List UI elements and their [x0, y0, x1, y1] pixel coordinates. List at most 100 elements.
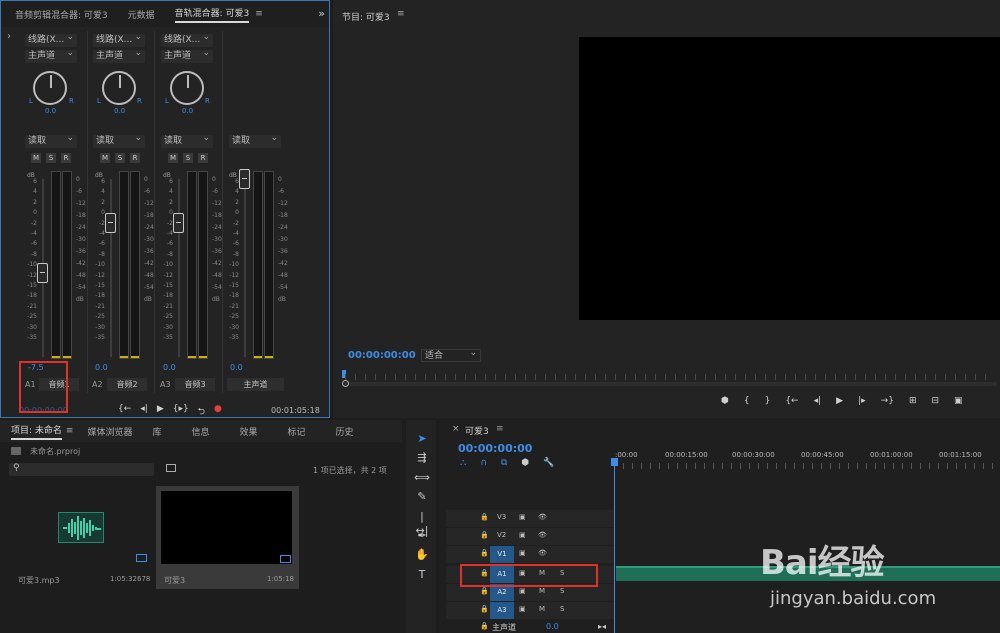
ch2-output-select[interactable]: 线路(X...: [93, 31, 145, 47]
razor-tool-icon[interactable]: ✎: [414, 490, 430, 504]
track-target[interactable]: V1: [490, 546, 514, 563]
new-bin-icon[interactable]: [166, 464, 176, 472]
ch3-record-button[interactable]: R: [198, 153, 208, 163]
timeline-timecode[interactable]: 00:00:00:00: [458, 442, 532, 455]
program-menu-icon[interactable]: ≡: [397, 9, 405, 19]
ch2-send-select[interactable]: 主声道: [93, 47, 145, 63]
mic-icon[interactable]: ▣: [519, 605, 526, 613]
hand-tool-icon[interactable]: ✋: [414, 548, 430, 562]
master-name[interactable]: 主声道: [227, 378, 284, 391]
solo-button[interactable]: S: [560, 587, 564, 595]
mic-icon[interactable]: ▣: [519, 587, 526, 595]
lock-icon[interactable]: 🔒: [480, 605, 489, 613]
tab-media-browser[interactable]: 媒体浏览器: [87, 425, 132, 438]
ch1-output-select[interactable]: 线路(X...: [25, 31, 77, 47]
solo-button[interactable]: S: [560, 605, 564, 613]
eye-icon[interactable]: 👁: [538, 513, 547, 521]
ch2-solo-button[interactable]: S: [115, 153, 125, 163]
ch3-solo-button[interactable]: S: [183, 153, 193, 163]
timeline-close-icon[interactable]: ×: [452, 424, 460, 434]
panel-menu-icon[interactable]: ≡: [255, 9, 263, 19]
play-icon[interactable]: ▶: [836, 396, 843, 406]
extract-icon[interactable]: ⊟: [931, 396, 939, 406]
mute-button[interactable]: M: [539, 587, 545, 595]
go-to-in-icon[interactable]: {←: [118, 404, 131, 420]
track-header-V3[interactable]: 🔒 V3 ▣ 👁: [446, 510, 614, 527]
step-back-icon[interactable]: ◂|: [140, 404, 148, 420]
eye-icon[interactable]: 👁: [538, 549, 547, 557]
playhead-knob[interactable]: [342, 380, 349, 387]
lock-icon[interactable]: 🔒: [480, 513, 489, 521]
tab-audio-track-mixer[interactable]: 音轨混合器: 可爱3: [174, 6, 250, 23]
loop-toggle-icon[interactable]: ⮌: [198, 404, 205, 420]
tab-audio-clip-mixer[interactable]: 音频剪辑混合器: 可爱3: [15, 8, 108, 21]
step-back-icon[interactable]: ◂|: [814, 396, 822, 406]
master-automation-select[interactable]: 读取: [229, 132, 281, 148]
ch2-automation-select[interactable]: 读取: [93, 132, 145, 148]
go-to-out-icon[interactable]: →}: [881, 396, 894, 406]
search-input[interactable]: [9, 463, 154, 476]
ch3-output-select[interactable]: 线路(X...: [161, 31, 213, 47]
linked-selection-icon[interactable]: ⧉: [501, 458, 507, 468]
timeline-menu-icon[interactable]: ≡: [496, 424, 504, 434]
tab-info[interactable]: 信息: [191, 425, 209, 438]
slip-tool-icon[interactable]: |↔|: [414, 510, 430, 537]
film-icon[interactable]: ▣: [519, 549, 526, 557]
ch1-pan-knob[interactable]: [33, 71, 67, 105]
volume-fader[interactable]: [37, 263, 48, 283]
ch1-automation-select[interactable]: 读取: [25, 132, 77, 148]
record-icon[interactable]: ●: [214, 404, 222, 420]
ch3-name[interactable]: 音频3: [175, 378, 215, 391]
volume-fader[interactable]: [173, 213, 184, 233]
lock-icon[interactable]: 🔒: [480, 531, 489, 539]
track-header-V1[interactable]: 🔒 V1 ▣ 👁: [446, 546, 614, 563]
lock-icon[interactable]: 🔒: [480, 622, 489, 630]
film-icon[interactable]: ▣: [519, 513, 526, 521]
film-icon[interactable]: ▣: [519, 531, 526, 539]
ch2-record-button[interactable]: R: [130, 153, 140, 163]
media-item-sequence[interactable]: 可爱3 1:05:18: [156, 486, 299, 589]
add-marker-icon[interactable]: ⬢: [721, 396, 729, 406]
project-menu-icon[interactable]: ≡: [66, 426, 74, 436]
tab-history[interactable]: 历史: [336, 425, 354, 438]
lock-icon[interactable]: 🔒: [480, 549, 489, 557]
media-item-audio[interactable]: 可爱3.mp3 1:05:32678: [9, 486, 153, 589]
nest-icon[interactable]: ⛬: [460, 458, 466, 468]
tab-effects[interactable]: 效果: [240, 425, 258, 438]
tab-metadata[interactable]: 元数据: [128, 8, 155, 21]
program-timecode[interactable]: 00:00:00:00: [348, 350, 416, 361]
step-forward-icon[interactable]: |▸: [858, 396, 866, 406]
settings-wrench-icon[interactable]: 🔧: [543, 458, 554, 468]
mute-button[interactable]: M: [539, 605, 545, 613]
tab-project[interactable]: 项目: 未命名: [11, 423, 62, 440]
collapse-arrow-icon[interactable]: ›: [7, 31, 11, 42]
tab-library[interactable]: 库: [152, 425, 161, 438]
ch2-mute-button[interactable]: M: [100, 153, 110, 163]
go-to-in-icon[interactable]: {←: [785, 396, 798, 406]
ch3-volume-value[interactable]: 0.0: [163, 363, 176, 372]
ch3-send-select[interactable]: 主声道: [161, 47, 213, 63]
scrub-ruler[interactable]: [345, 374, 995, 380]
expand-icon[interactable]: »: [318, 7, 325, 20]
playhead-line[interactable]: [614, 458, 615, 633]
ripple-edit-tool-icon[interactable]: ⟺: [414, 471, 430, 485]
ch1-send-select[interactable]: 主声道: [25, 47, 77, 63]
track-select-tool-icon[interactable]: ⇶: [414, 451, 430, 465]
type-tool-icon[interactable]: T: [414, 568, 430, 582]
fit-select[interactable]: 适合: [421, 347, 481, 362]
playhead-handle[interactable]: [611, 458, 618, 466]
play-icon[interactable]: ▶: [157, 404, 164, 420]
tab-markers[interactable]: 标记: [288, 425, 306, 438]
ch2-pan-knob[interactable]: [102, 71, 136, 105]
export-frame-icon[interactable]: ▣: [954, 396, 963, 406]
ch1-mute-button[interactable]: M: [31, 153, 41, 163]
ch3-mute-button[interactable]: M: [168, 153, 178, 163]
pen-tool-icon[interactable]: ✒: [414, 529, 430, 543]
mark-in-icon[interactable]: {: [744, 396, 750, 406]
master-track-value[interactable]: 0.0: [546, 622, 559, 631]
ch1-solo-button[interactable]: S: [46, 153, 56, 163]
master-volume-value[interactable]: 0.0: [230, 363, 243, 372]
ch1-record-button[interactable]: R: [61, 153, 71, 163]
lift-icon[interactable]: ⊞: [909, 396, 917, 406]
eye-icon[interactable]: 👁: [538, 531, 547, 539]
